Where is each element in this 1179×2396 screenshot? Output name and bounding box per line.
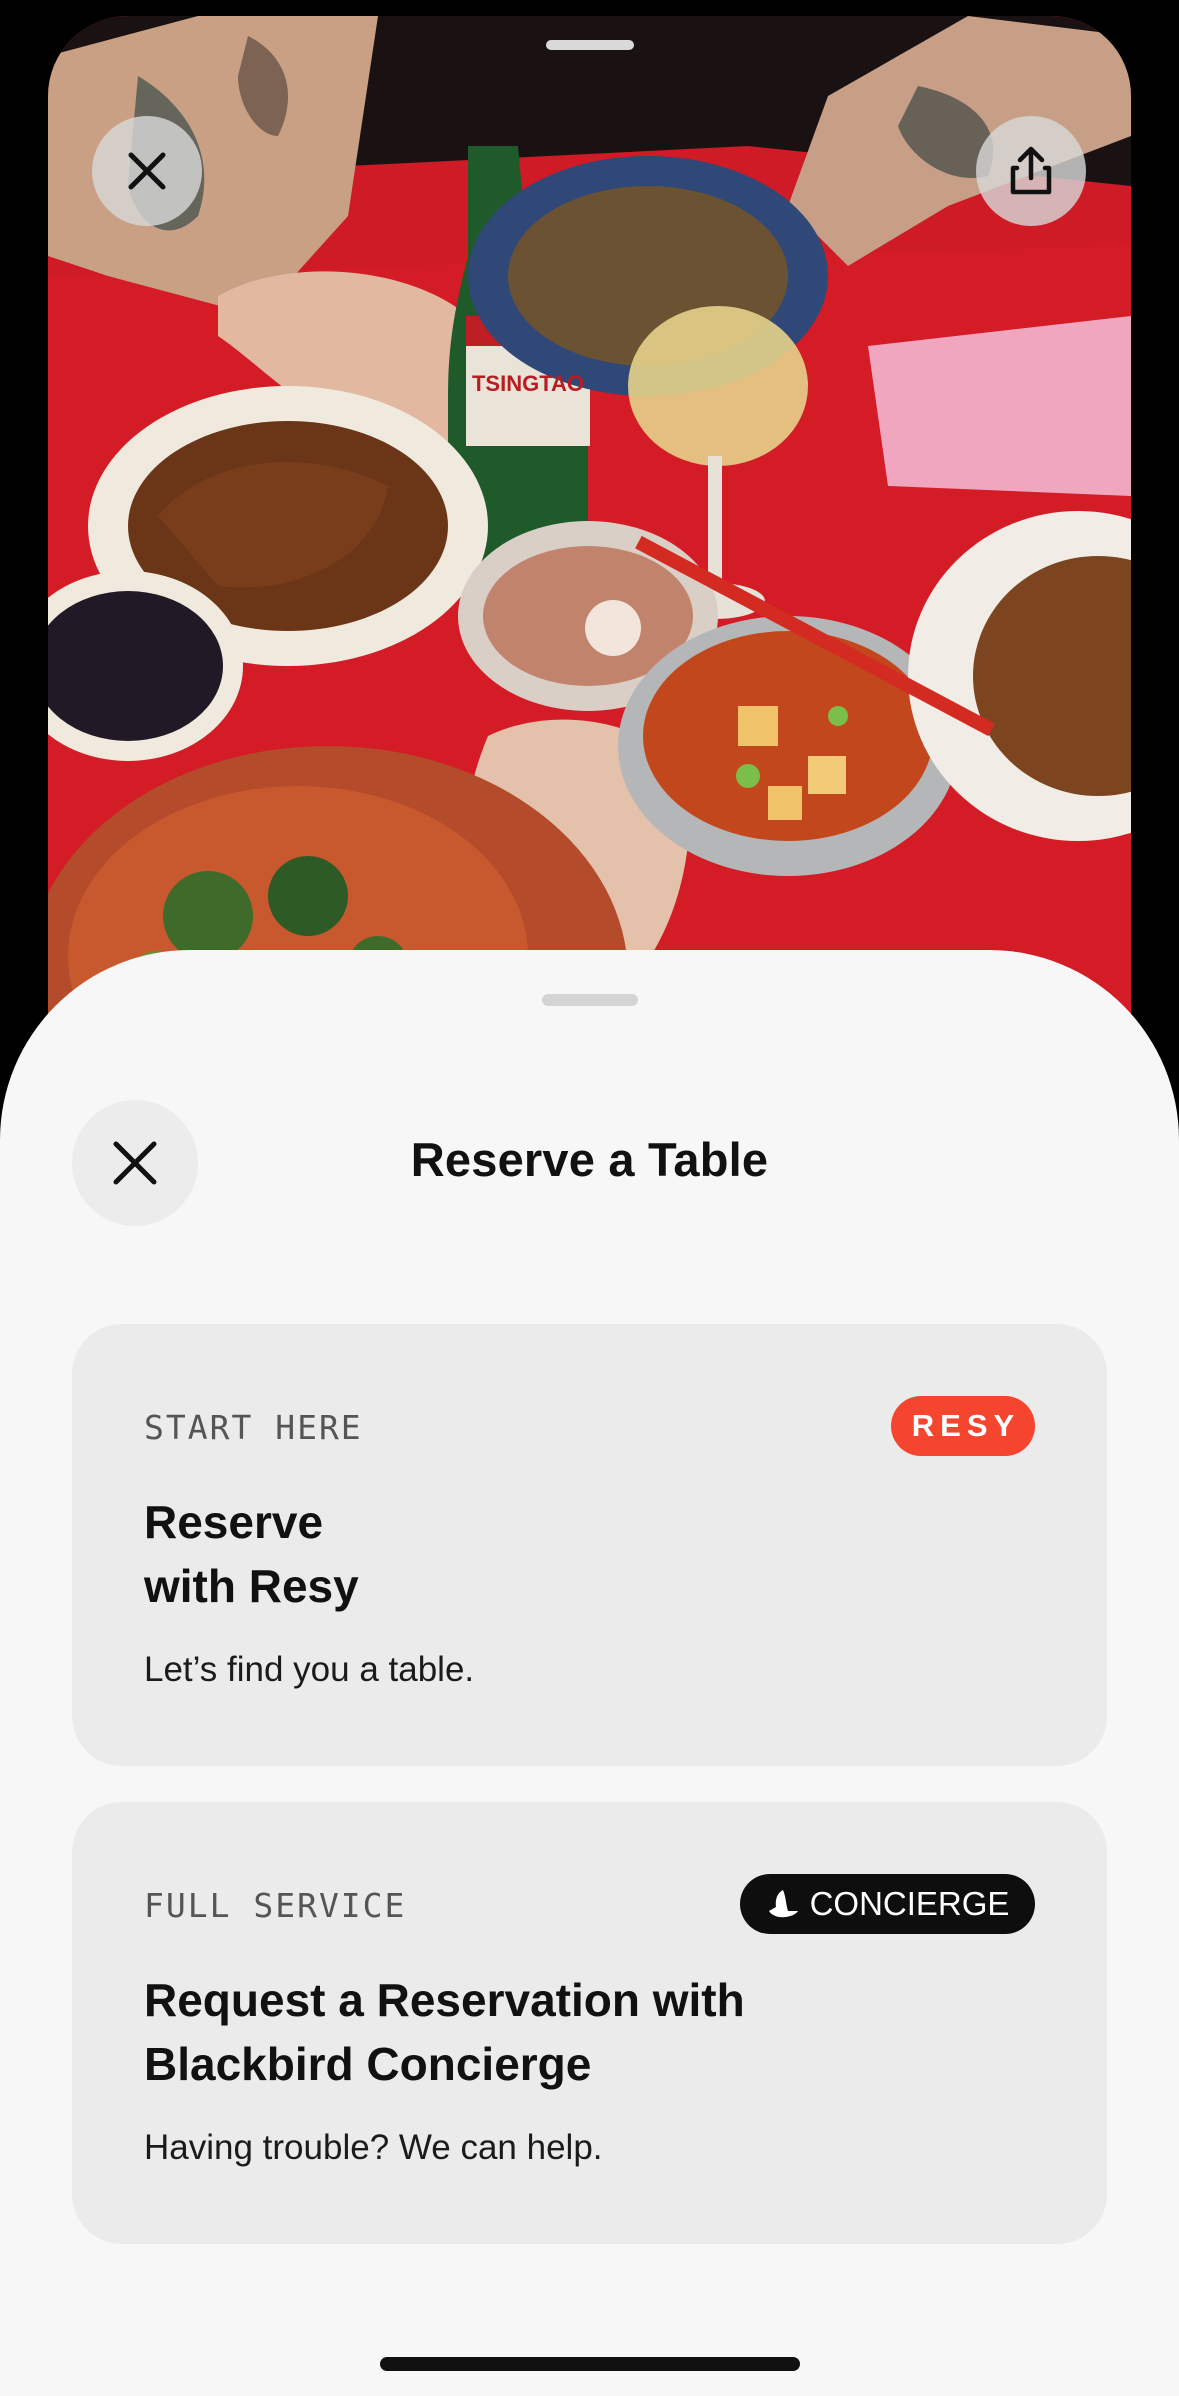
card-eyebrow: START HERE xyxy=(144,1408,363,1447)
request-concierge-card[interactable]: FULL SERVICE CONCIERGE Request a Reserva… xyxy=(72,1802,1107,2244)
card-subtitle: Having trouble? We can help. xyxy=(144,2128,603,2167)
concierge-badge: CONCIERGE xyxy=(740,1874,1035,1934)
screen: TSINGTAO Reserve a Table START HERE RESY… xyxy=(0,0,1179,2396)
card-subtitle: Let’s find you a table. xyxy=(144,1650,475,1689)
home-indicator[interactable] xyxy=(380,2357,800,2371)
bottle-label: TSINGTAO xyxy=(472,371,584,396)
resy-badge: RESY xyxy=(891,1396,1035,1456)
share-button[interactable] xyxy=(976,116,1086,226)
concierge-badge-label: CONCIERGE xyxy=(809,1885,1010,1922)
reserve-sheet: Reserve a Table START HERE RESY Reserve … xyxy=(0,950,1179,2396)
reserve-with-resy-card[interactable]: START HERE RESY Reserve with Resy Let’s … xyxy=(72,1324,1107,1766)
share-icon xyxy=(1010,146,1052,195)
sheet-title: Reserve a Table xyxy=(410,1133,769,1186)
card-title: Reserve with Resy xyxy=(144,1496,359,1612)
card-eyebrow: FULL SERVICE xyxy=(144,1886,407,1925)
close-icon xyxy=(128,152,166,190)
card-title: Request a Reservation with Blackbird Con… xyxy=(144,1974,745,2090)
photo-close-button[interactable] xyxy=(92,116,202,226)
blackbird-icon xyxy=(766,1887,800,1921)
sheet-drag-handle[interactable] xyxy=(542,994,638,1006)
top-drag-handle[interactable] xyxy=(546,40,634,50)
